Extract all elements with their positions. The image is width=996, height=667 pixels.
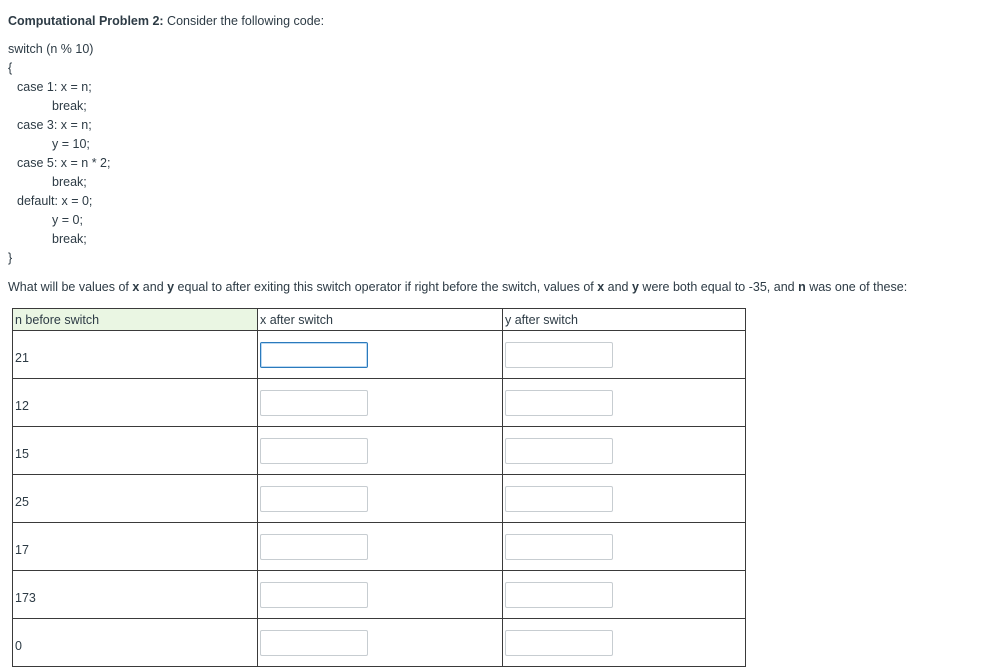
y-cell: [502, 426, 746, 475]
question-fragment: were both equal to -35, and: [638, 280, 799, 294]
y-answer-input[interactable]: [505, 581, 613, 608]
code-line: break;: [52, 99, 87, 113]
x-cell: [257, 426, 503, 475]
x-answer-input[interactable]: [260, 437, 368, 464]
table-row: 15: [12, 426, 746, 475]
header-n-before-switch: n before switch: [12, 308, 258, 331]
x-cell: [257, 474, 503, 523]
table-row: 21: [12, 330, 746, 379]
code-line: case 3: x = n;: [17, 118, 92, 132]
table-row: 173: [12, 570, 746, 619]
header-x-after-switch: x after switch: [257, 308, 503, 331]
x-cell: [257, 570, 503, 619]
n-value: 0: [12, 618, 258, 667]
question-fragment: and: [604, 280, 632, 294]
question-fragment: and: [139, 280, 168, 294]
code-line: default: x = 0;: [17, 194, 93, 208]
question-fragment: What will be values of: [8, 280, 133, 294]
code-line: case 5: x = n * 2;: [17, 156, 111, 170]
problem-heading-bold: Computational Problem 2:: [8, 14, 164, 28]
code-line: y = 10;: [52, 137, 90, 151]
table-row: 17: [12, 522, 746, 571]
x-answer-input[interactable]: [260, 341, 368, 368]
var-n: n: [798, 280, 806, 294]
problem-heading: Computational Problem 2: Consider the fo…: [8, 14, 324, 28]
n-value: 15: [12, 426, 258, 475]
problem-heading-text: Consider the following code:: [163, 14, 325, 28]
question-fragment: equal to after exiting this switch opera…: [174, 280, 598, 294]
table-row: 0: [12, 618, 746, 667]
question-fragment: was one of these:: [805, 280, 908, 294]
x-answer-input[interactable]: [260, 485, 368, 512]
y-answer-input[interactable]: [505, 629, 613, 656]
x-cell: [257, 618, 503, 667]
code-line: break;: [52, 232, 87, 246]
y-answer-input[interactable]: [505, 389, 613, 416]
y-cell: [502, 522, 746, 571]
n-value: 12: [12, 378, 258, 427]
y-answer-input[interactable]: [505, 533, 613, 560]
code-line: break;: [52, 175, 87, 189]
x-cell: [257, 330, 503, 379]
x-answer-input[interactable]: [260, 629, 368, 656]
answer-table: n before switch x after switch y after s…: [12, 308, 746, 667]
table-header-row: n before switch x after switch y after s…: [12, 308, 746, 331]
code-line: y = 0;: [52, 213, 83, 227]
header-y-after-switch: y after switch: [502, 308, 746, 331]
table-row: 25: [12, 474, 746, 523]
y-cell: [502, 474, 746, 523]
code-line: }: [8, 251, 13, 265]
y-cell: [502, 330, 746, 379]
code-line: switch (n % 10): [8, 42, 94, 56]
n-value: 173: [12, 570, 258, 619]
y-answer-input[interactable]: [505, 485, 613, 512]
x-cell: [257, 522, 503, 571]
var-y: y: [631, 280, 639, 294]
n-value: 21: [12, 330, 258, 379]
code-line: case 1: x = n;: [17, 80, 92, 94]
x-answer-input[interactable]: [260, 533, 368, 560]
question-text: What will be values of x and y equal to …: [8, 280, 907, 294]
y-cell: [502, 570, 746, 619]
y-cell: [502, 378, 746, 427]
x-answer-input[interactable]: [260, 581, 368, 608]
table-row: 12: [12, 378, 746, 427]
x-cell: [257, 378, 503, 427]
n-value: 17: [12, 522, 258, 571]
y-answer-input[interactable]: [505, 341, 613, 368]
y-cell: [502, 618, 746, 667]
y-answer-input[interactable]: [505, 437, 613, 464]
code-line: {: [8, 61, 13, 75]
n-value: 25: [12, 474, 258, 523]
x-answer-input[interactable]: [260, 389, 368, 416]
